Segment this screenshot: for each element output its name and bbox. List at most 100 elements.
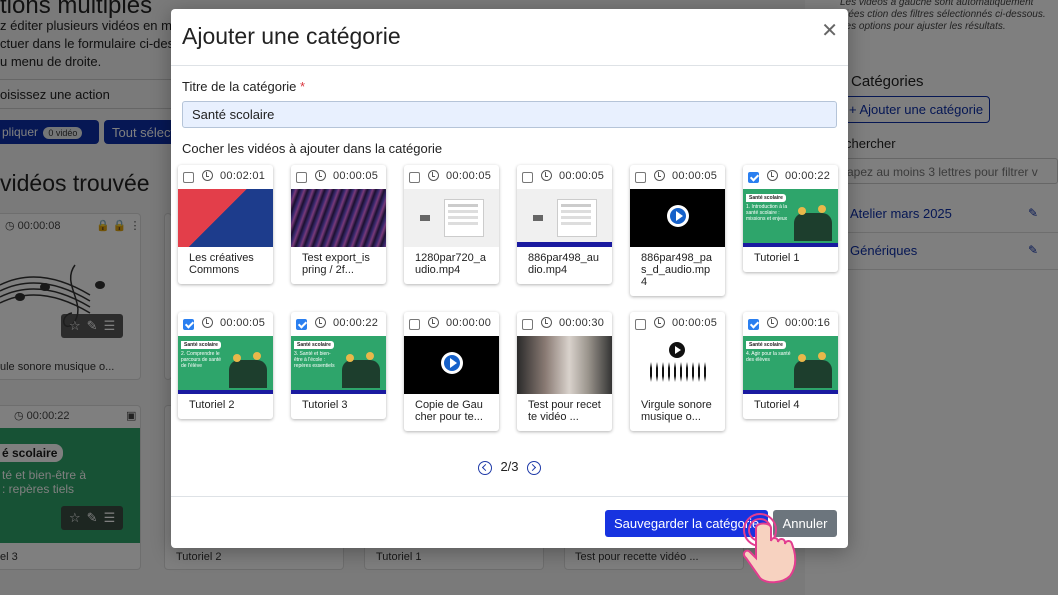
video-checkbox[interactable] bbox=[409, 172, 420, 183]
video-checkbox[interactable] bbox=[409, 319, 420, 330]
videos-check-label: Cocher les vidéos à ajouter dans la caté… bbox=[182, 141, 443, 156]
video-thumbnail: Santé scolaire 1. Introduction à la santé… bbox=[743, 189, 838, 247]
category-title-input[interactable] bbox=[182, 101, 837, 128]
play-icon bbox=[667, 205, 689, 227]
waveform-icon bbox=[650, 362, 706, 382]
progress-line bbox=[517, 242, 612, 247]
video-card-header: 00:00:05 bbox=[291, 165, 386, 189]
video-thumbnail bbox=[404, 336, 499, 394]
video-card-header: 00:00:05 bbox=[517, 165, 612, 189]
progress-line bbox=[743, 390, 838, 394]
green-text: 2. Comprendre le parcours de santé de l'… bbox=[181, 351, 222, 369]
clock-icon bbox=[202, 317, 213, 328]
window-image bbox=[444, 199, 484, 237]
green-badge: Santé scolaire bbox=[746, 194, 786, 202]
video-duration: 00:00:05 bbox=[559, 170, 605, 182]
clock-icon bbox=[428, 317, 439, 328]
video-duration: 00:00:05 bbox=[446, 170, 492, 182]
video-checkbox[interactable] bbox=[522, 319, 533, 330]
people-illustration bbox=[794, 354, 832, 388]
video-duration: 00:00:22 bbox=[785, 170, 831, 182]
video-name: Tutoriel 3 bbox=[302, 399, 348, 411]
window-image bbox=[557, 199, 597, 237]
video-card[interactable]: 00:00:05 Test export_ispring / 2f... bbox=[291, 165, 386, 284]
video-thumbnail bbox=[178, 189, 273, 247]
progress-line bbox=[743, 243, 838, 247]
video-checkbox[interactable] bbox=[748, 319, 759, 330]
video-duration: 00:00:16 bbox=[785, 317, 831, 329]
video-card[interactable]: 00:00:05 1280par720_audio.mp4 bbox=[404, 165, 499, 284]
video-duration: 00:00:05 bbox=[220, 317, 266, 329]
video-name: 886par498_pas_d_audio.mp4 bbox=[641, 252, 712, 288]
video-card-header: 00:00:16 bbox=[743, 312, 838, 336]
people-illustration bbox=[229, 354, 267, 388]
clock-icon bbox=[767, 170, 778, 181]
category-title-label: Titre de la catégorie * bbox=[182, 79, 305, 94]
prev-page-icon[interactable] bbox=[478, 460, 493, 475]
video-name: Les créatives Commons bbox=[189, 252, 254, 276]
people-illustration bbox=[342, 354, 380, 388]
green-badge: Santé scolaire bbox=[181, 341, 221, 349]
green-text: 1. Introduction à la santé scolaire : mi… bbox=[746, 204, 788, 222]
play-icon bbox=[441, 352, 463, 374]
video-thumbnail: Santé scolaire 3. Santé et bien-être à l'… bbox=[291, 336, 386, 394]
video-card-header: 00:00:05 bbox=[630, 312, 725, 336]
speaker-icon bbox=[533, 215, 543, 221]
next-page-icon[interactable] bbox=[526, 460, 541, 475]
video-card[interactable]: 00:00:16 Santé scolaire 4. Agir pour la sa… bbox=[743, 312, 838, 419]
video-checkbox[interactable] bbox=[296, 172, 307, 183]
video-card-header: 00:00:05 bbox=[630, 165, 725, 189]
green-badge: Santé scolaire bbox=[294, 341, 334, 349]
video-card-header: 00:00:22 bbox=[291, 312, 386, 336]
video-thumbnail: Santé scolaire 2. Comprendre le parcours … bbox=[178, 336, 273, 394]
video-card-header: 00:00:00 bbox=[404, 312, 499, 336]
video-checkbox[interactable] bbox=[296, 319, 307, 330]
clock-icon bbox=[202, 170, 213, 181]
video-checkbox[interactable] bbox=[183, 319, 194, 330]
green-text: 3. Santé et bien-être à l'école : repère… bbox=[294, 351, 335, 369]
video-duration: 00:02:01 bbox=[220, 170, 266, 182]
video-card-header: 00:00:22 bbox=[743, 165, 838, 189]
clock-icon bbox=[541, 317, 552, 328]
video-checkbox[interactable] bbox=[748, 172, 759, 183]
video-thumbnail bbox=[291, 189, 386, 247]
video-card[interactable]: 00:00:00 Copie de Gaucher pour te... bbox=[404, 312, 499, 431]
green-text: 4. Agir pour la santé des élèves bbox=[746, 351, 791, 363]
video-card[interactable]: 00:02:01 Les créatives Commons bbox=[178, 165, 273, 284]
clock-icon bbox=[654, 317, 665, 328]
video-checkbox[interactable] bbox=[635, 319, 646, 330]
clock-icon bbox=[428, 170, 439, 181]
video-checkbox[interactable] bbox=[522, 172, 533, 183]
video-checkbox[interactable] bbox=[635, 172, 646, 183]
video-card-header: 00:00:05 bbox=[404, 165, 499, 189]
video-card[interactable]: 00:00:05 Santé scolaire 2. Comprendre le p… bbox=[178, 312, 273, 419]
video-card[interactable]: 00:00:22 Santé scolaire 1. Introduction à … bbox=[743, 165, 838, 272]
required-mark: * bbox=[300, 79, 306, 94]
video-duration: 00:00:00 bbox=[446, 317, 492, 329]
video-name: Test pour recette vidéo ... bbox=[528, 399, 601, 423]
people-illustration bbox=[794, 207, 832, 241]
close-icon[interactable]: ✕ bbox=[821, 18, 838, 43]
video-duration: 00:00:22 bbox=[333, 317, 379, 329]
clock-icon bbox=[315, 317, 326, 328]
video-card-header: 00:02:01 bbox=[178, 165, 273, 189]
video-card[interactable]: 00:00:05 886par498_audio.mp4 bbox=[517, 165, 612, 284]
video-card[interactable]: 00:00:05 Virgule sonore musique o... bbox=[630, 312, 725, 431]
modal-title: Ajouter une catégorie bbox=[182, 23, 401, 49]
clock-icon bbox=[654, 170, 665, 181]
video-duration: 00:00:05 bbox=[333, 170, 379, 182]
video-thumbnail bbox=[630, 189, 725, 247]
video-card[interactable]: 00:00:05 886par498_pas_d_audio.mp4 bbox=[630, 165, 725, 296]
video-name: Copie de Gaucher pour te... bbox=[415, 399, 483, 423]
video-card-header: 00:00:30 bbox=[517, 312, 612, 336]
video-thumbnail bbox=[517, 189, 612, 247]
pagination: 2/3 bbox=[171, 459, 848, 475]
video-duration: 00:00:05 bbox=[672, 317, 718, 329]
video-card[interactable]: 00:00:22 Santé scolaire 3. Santé et bien-ê… bbox=[291, 312, 386, 419]
video-duration: 00:00:05 bbox=[672, 170, 718, 182]
video-card[interactable]: 00:00:30 Test pour recette vidéo ... bbox=[517, 312, 612, 431]
video-checkbox[interactable] bbox=[183, 172, 194, 183]
clock-icon bbox=[767, 317, 778, 328]
page-indicator: 2/3 bbox=[500, 459, 519, 474]
video-name: 886par498_audio.mp4 bbox=[528, 252, 599, 276]
